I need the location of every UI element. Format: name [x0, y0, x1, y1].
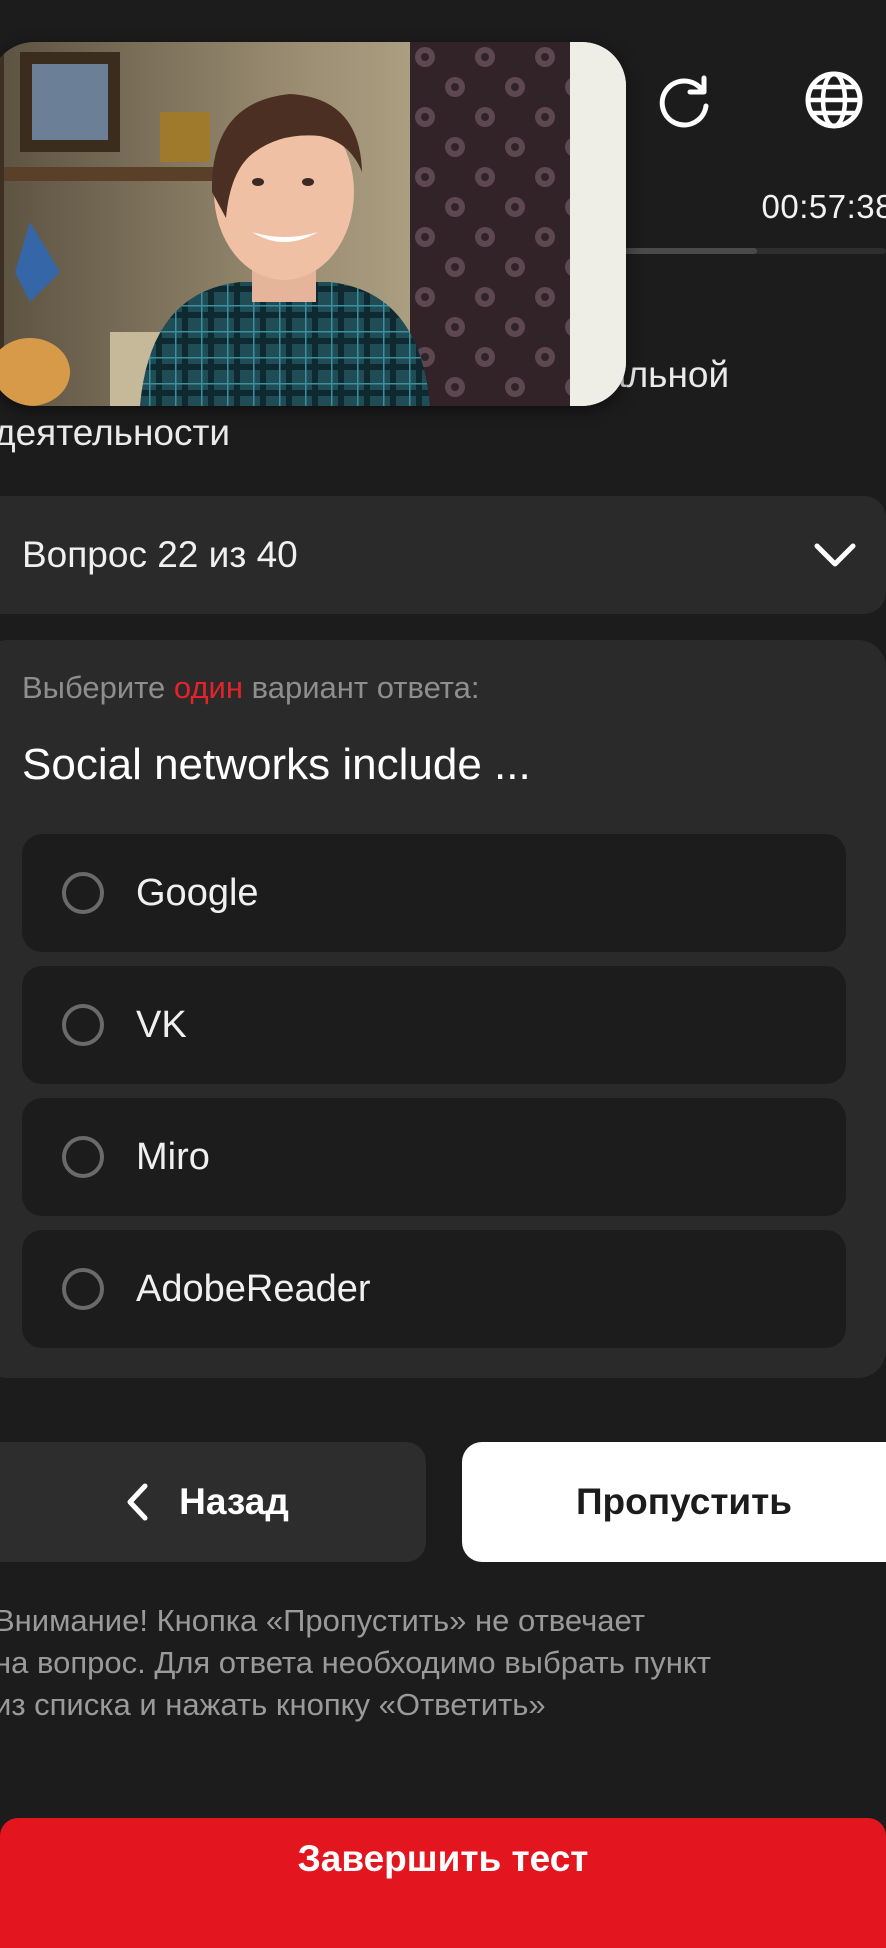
- instruction-suffix: вариант ответа:: [251, 670, 480, 705]
- question-text: Social networks include ...: [22, 740, 531, 789]
- answer-option-label: Miro: [136, 1135, 210, 1178]
- skip-button-label: Пропустить: [575, 1481, 793, 1522]
- section-title-line2: деятельности: [0, 412, 231, 453]
- answer-instruction: Выберите один вариант ответа:: [22, 670, 480, 706]
- answer-option[interactable]: VK: [22, 966, 846, 1084]
- question-selector[interactable]: Вопрос 22 из 40: [0, 496, 886, 614]
- answer-option-label: AdobeReader: [136, 1267, 371, 1310]
- refresh-button[interactable]: [646, 62, 722, 138]
- skip-notice: Внимание! Кнопка «Пропустить» не отвечае…: [0, 1600, 874, 1726]
- chevron-down-icon: [810, 530, 860, 580]
- question-selector-label: Вопрос 22 из 40: [22, 534, 298, 575]
- proctoring-video[interactable]: [0, 42, 626, 406]
- back-button[interactable]: Назад: [0, 1442, 426, 1562]
- back-button-label: Назад: [179, 1481, 289, 1522]
- answer-option[interactable]: AdobeReader: [22, 1230, 846, 1348]
- radio-button[interactable]: [62, 872, 104, 914]
- instruction-accent: один: [173, 670, 243, 705]
- instruction-prefix: Выберите: [22, 670, 166, 705]
- notice-line3: из списка и нажать кнопку «Ответить»: [0, 1687, 546, 1722]
- answer-option[interactable]: Miro: [22, 1098, 846, 1216]
- language-button[interactable]: [796, 62, 872, 138]
- notice-line2: на вопрос. Для ответа необходимо выбрать…: [0, 1645, 711, 1680]
- answer-option-label: Google: [136, 871, 259, 914]
- answer-option[interactable]: Google: [22, 834, 846, 952]
- progress-track: [600, 248, 886, 254]
- finish-test-button[interactable]: Завершить тест: [0, 1818, 886, 1948]
- question-card: Выберите один вариант ответа: Social net…: [0, 640, 886, 1378]
- answer-option-label: VK: [136, 1003, 187, 1046]
- notice-line1: Внимание! Кнопка «Пропустить» не отвечае…: [0, 1603, 645, 1638]
- chevron-left-icon: [117, 1482, 157, 1522]
- globe-icon: [802, 68, 866, 132]
- finish-test-label: Завершить тест: [297, 1838, 589, 1879]
- refresh-icon: [652, 68, 716, 132]
- radio-button[interactable]: [62, 1268, 104, 1310]
- skip-button[interactable]: Пропустить: [462, 1442, 886, 1562]
- test-timer: 00:57:38: [761, 188, 886, 225]
- radio-button[interactable]: [62, 1136, 104, 1178]
- radio-button[interactable]: [62, 1004, 104, 1046]
- video-frame-image: [0, 42, 626, 406]
